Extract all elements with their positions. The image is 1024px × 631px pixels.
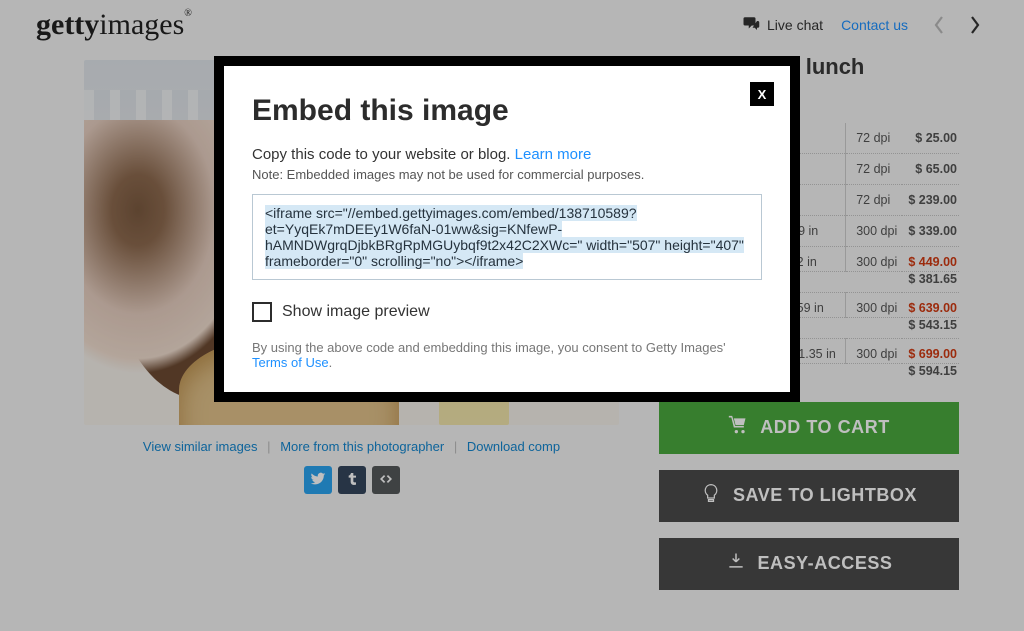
modal-note: Note: Embedded images may not be used fo…: [252, 167, 762, 182]
consent-prefix: By using the above code and embedding th…: [252, 340, 726, 355]
embed-modal: X Embed this image Copy this code to you…: [214, 56, 800, 402]
embed-code-box[interactable]: <iframe src="//embed.gettyimages.com/emb…: [252, 194, 762, 280]
show-preview-label: Show image preview: [282, 303, 430, 321]
modal-copy-line: Copy this code to your website or blog. …: [252, 146, 762, 163]
embed-code-text: <iframe src="//embed.gettyimages.com/emb…: [265, 205, 744, 269]
modal-copy-text: Copy this code to your website or blog.: [252, 146, 515, 163]
consent-suffix: .: [329, 355, 333, 370]
modal-title: Embed this image: [252, 94, 762, 128]
close-icon: X: [758, 87, 767, 102]
close-button[interactable]: X: [750, 82, 774, 106]
show-preview-checkbox[interactable]: [252, 302, 272, 322]
terms-of-use-link[interactable]: Terms of Use: [252, 355, 329, 370]
learn-more-link[interactable]: Learn more: [515, 146, 592, 163]
consent-text: By using the above code and embedding th…: [252, 340, 762, 370]
